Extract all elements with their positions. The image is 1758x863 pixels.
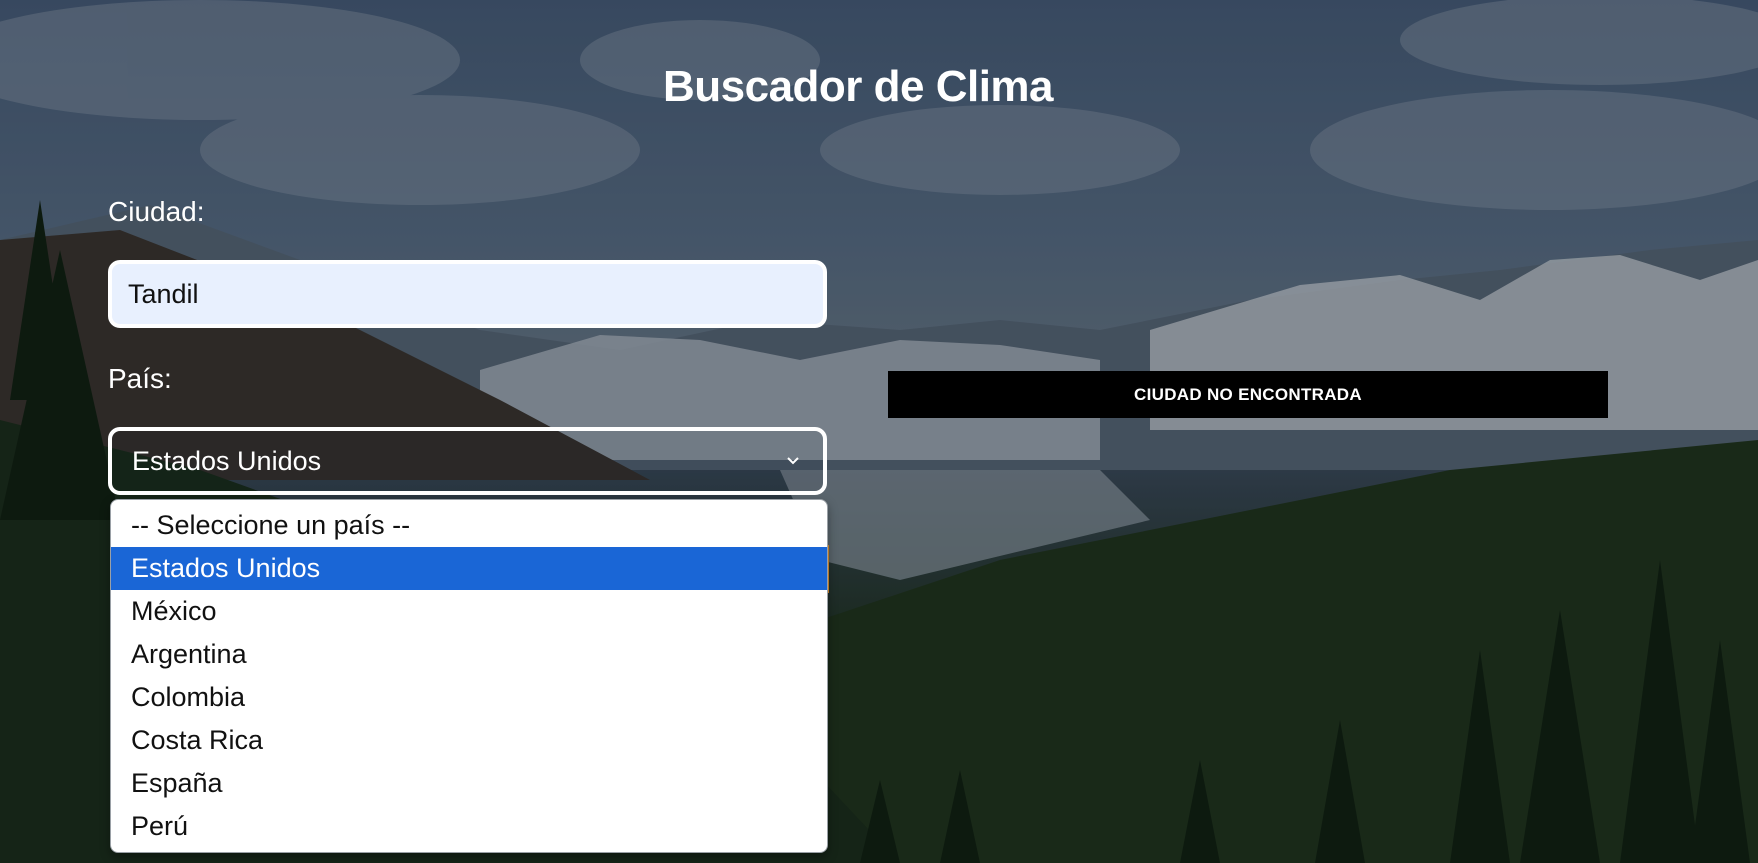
country-select[interactable]: Estados Unidos (108, 427, 827, 495)
country-option-espana[interactable]: España (111, 762, 827, 805)
city-input[interactable] (108, 260, 827, 328)
country-option-argentina[interactable]: Argentina (111, 633, 827, 676)
error-text: CIUDAD NO ENCONTRADA (1134, 384, 1362, 404)
country-option-costa-rica[interactable]: Costa Rica (111, 719, 827, 762)
country-select-value: Estados Unidos (132, 445, 322, 476)
country-option-estados-unidos[interactable]: Estados Unidos (111, 547, 827, 590)
country-dropdown-list: -- Seleccione un país -- Estados Unidos … (110, 499, 828, 853)
city-label: Ciudad: (108, 196, 205, 227)
error-banner: CIUDAD NO ENCONTRADA (888, 371, 1608, 418)
country-option-mexico[interactable]: México (111, 590, 827, 633)
country-option-colombia[interactable]: Colombia (111, 676, 827, 719)
country-option-peru[interactable]: Perú (111, 805, 827, 848)
country-label: País: (108, 363, 172, 394)
chevron-down-icon (783, 451, 803, 471)
page-title: Buscador de Clima (662, 62, 1054, 111)
country-option-placeholder[interactable]: -- Seleccione un país -- (111, 504, 827, 547)
